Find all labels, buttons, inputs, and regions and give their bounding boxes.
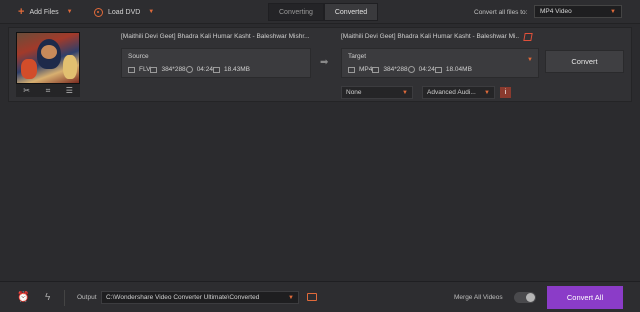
source-size: 18.43MB [223,66,250,73]
toggle-knob [526,293,535,302]
source-format: FLV [139,66,151,73]
tab-bar: Converting Converted [268,3,379,21]
source-file-title: [Maithili Devi Geet] Bhadra Kali Humar K… [121,33,310,40]
trim-icon[interactable]: ✂ [22,86,32,95]
alarm-clock-icon[interactable]: ⏰ [17,293,29,303]
source-resolution: 384*288 [161,66,186,73]
thumbnail-toolbar: ✂ ⌗ ☰ [16,84,80,97]
chevron-down-icon[interactable]: ▼ [67,9,73,15]
chevron-down-icon: ▼ [288,295,294,301]
target-info-box[interactable]: Target MP4 384*288 04:24 18.04MB ▼ [341,48,539,78]
target-meta: MP4 384*288 04:24 18.04MB [348,66,472,73]
source-label: Source [128,53,149,60]
convert-all-to-label: Convert all files to: [474,8,528,16]
target-format: MP4 [359,66,373,73]
output-path-select[interactable]: C:\Wondershare Video Converter Ultimate\… [101,291,299,304]
thumbnail-decor-left [21,59,37,79]
open-folder-icon[interactable] [307,293,317,301]
bottom-bar: ⏰ ϟ Output C:\Wondershare Video Converte… [0,281,640,312]
folder-icon [212,66,220,73]
thumbnail-decor-right [63,55,77,79]
merge-toggle[interactable] [514,292,536,303]
load-dvd-button[interactable]: Load DVD ▼ [94,0,154,24]
video-thumbnail[interactable] [16,32,80,84]
chevron-down-icon[interactable]: ▼ [527,57,533,63]
disc-icon [94,7,103,17]
subtitle-select-value: None [346,89,362,96]
target-label: Target [348,53,367,60]
output-format-select[interactable]: MP4 Video ▼ [534,5,622,18]
tab-converted[interactable]: Converted [323,3,379,21]
chevron-down-icon: ▼ [484,90,490,96]
plus-icon: + [18,5,25,18]
resolution-icon [372,66,380,73]
chevron-down-icon: ▼ [610,9,616,15]
load-dvd-label: Load DVD [108,8,141,16]
output-label: Output [77,294,97,301]
thumbnail-face [41,45,57,59]
tab-converting[interactable]: Converting [268,3,324,21]
clock-icon [185,66,193,73]
folder-icon [434,66,442,73]
source-duration: 04:24 [196,66,213,73]
chevron-down-icon: ▼ [402,90,408,96]
top-toolbar: + Add Files ▼ Load DVD ▼ Converting Conv… [0,0,640,24]
target-size: 18.04MB [445,66,472,73]
source-meta: FLV 384*288 04:24 18.43MB [128,66,250,73]
subtitle-select[interactable]: None ▼ [341,86,413,99]
info-icon[interactable]: i [500,87,511,98]
output-format-value: MP4 Video [540,8,572,15]
format-icon [348,66,355,73]
clock-icon [407,66,415,73]
source-info-box: Source FLV 384*288 04:24 18.43MB [121,48,311,78]
lightning-icon[interactable]: ϟ [45,293,50,303]
format-icon [128,66,135,73]
chevron-down-icon[interactable]: ▼ [148,9,154,15]
resolution-icon [150,66,158,73]
audio-select-value: Advanced Audi... [427,89,476,96]
divider [64,290,65,306]
target-resolution: 384*288 [383,66,408,73]
output-path-value: C:\Wondershare Video Converter Ultimate\… [106,294,260,301]
edit-icon[interactable] [523,33,533,41]
convert-button[interactable]: Convert [545,50,624,73]
audio-select[interactable]: Advanced Audi... ▼ [422,86,495,99]
merge-all-videos-label: Merge All Videos [454,294,503,301]
add-files-button[interactable]: + Add Files ▼ [18,0,73,24]
convert-all-button[interactable]: Convert All [547,286,623,309]
arrow-right-icon: ➡ [320,57,329,68]
target-file-title: [Maithili Devi Geet] Bhadra Kali Humar K… [341,33,519,40]
add-files-label: Add Files [29,8,59,16]
crop-icon[interactable]: ⌗ [43,86,53,95]
effects-icon[interactable]: ☰ [64,86,74,95]
target-duration: 04:24 [418,66,435,73]
